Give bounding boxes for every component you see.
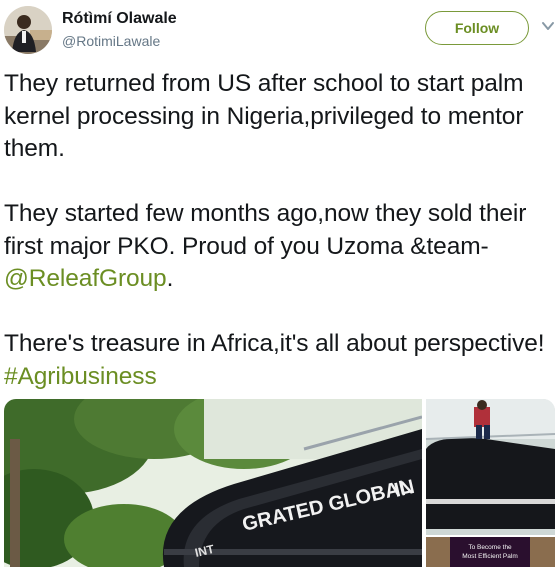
mention-link[interactable]: @ReleafGroup — [4, 265, 167, 292]
tweet-paragraph: They started few months ago,now they sol… — [4, 198, 552, 296]
tweet-paragraph-text: There's treasure in Africa,it's all abou… — [4, 330, 545, 357]
tanker-top-photo — [426, 399, 555, 535]
tanker-photo: GRATED GLOBAL INT IN — [4, 399, 422, 567]
avatar-image — [4, 6, 52, 54]
tweet-paragraph-text: They returned from US after school to st… — [4, 70, 524, 162]
media-photo-main[interactable]: GRATED GLOBAL INT IN — [4, 399, 422, 567]
tweet-paragraph-text: They started few months ago,now they sol… — [4, 200, 527, 260]
media-photo-top-right[interactable] — [426, 399, 555, 535]
banner-text-2: Most Efficient Palm — [462, 553, 518, 560]
media-photo-bottom-right[interactable]: To Become the Most Efficient Palm — [426, 537, 555, 567]
banner-text-1: To Become the — [468, 544, 512, 551]
tweet-paragraph: There's treasure in Africa,it's all abou… — [4, 328, 552, 393]
avatar[interactable] — [4, 6, 52, 54]
media-grid: GRATED GLOBAL INT IN To Become the Most … — [4, 399, 555, 567]
banner-photo: To Become the Most Efficient Palm — [426, 537, 555, 567]
tweet-header: Rótìmí Olawale @RotimiLawale Follow — [0, 0, 555, 62]
user-handle[interactable]: @RotimiLawale — [62, 33, 160, 49]
follow-button[interactable]: Follow — [425, 11, 529, 45]
tweet-paragraph: They returned from US after school to st… — [4, 68, 552, 166]
tweet-text: They returned from US after school to st… — [4, 68, 552, 393]
display-name[interactable]: Rótìmí Olawale — [62, 10, 177, 28]
chevron-down-icon[interactable] — [541, 20, 555, 32]
hashtag-link[interactable]: #Agribusiness — [4, 363, 157, 390]
tweet-paragraph-end: . — [166, 265, 174, 292]
